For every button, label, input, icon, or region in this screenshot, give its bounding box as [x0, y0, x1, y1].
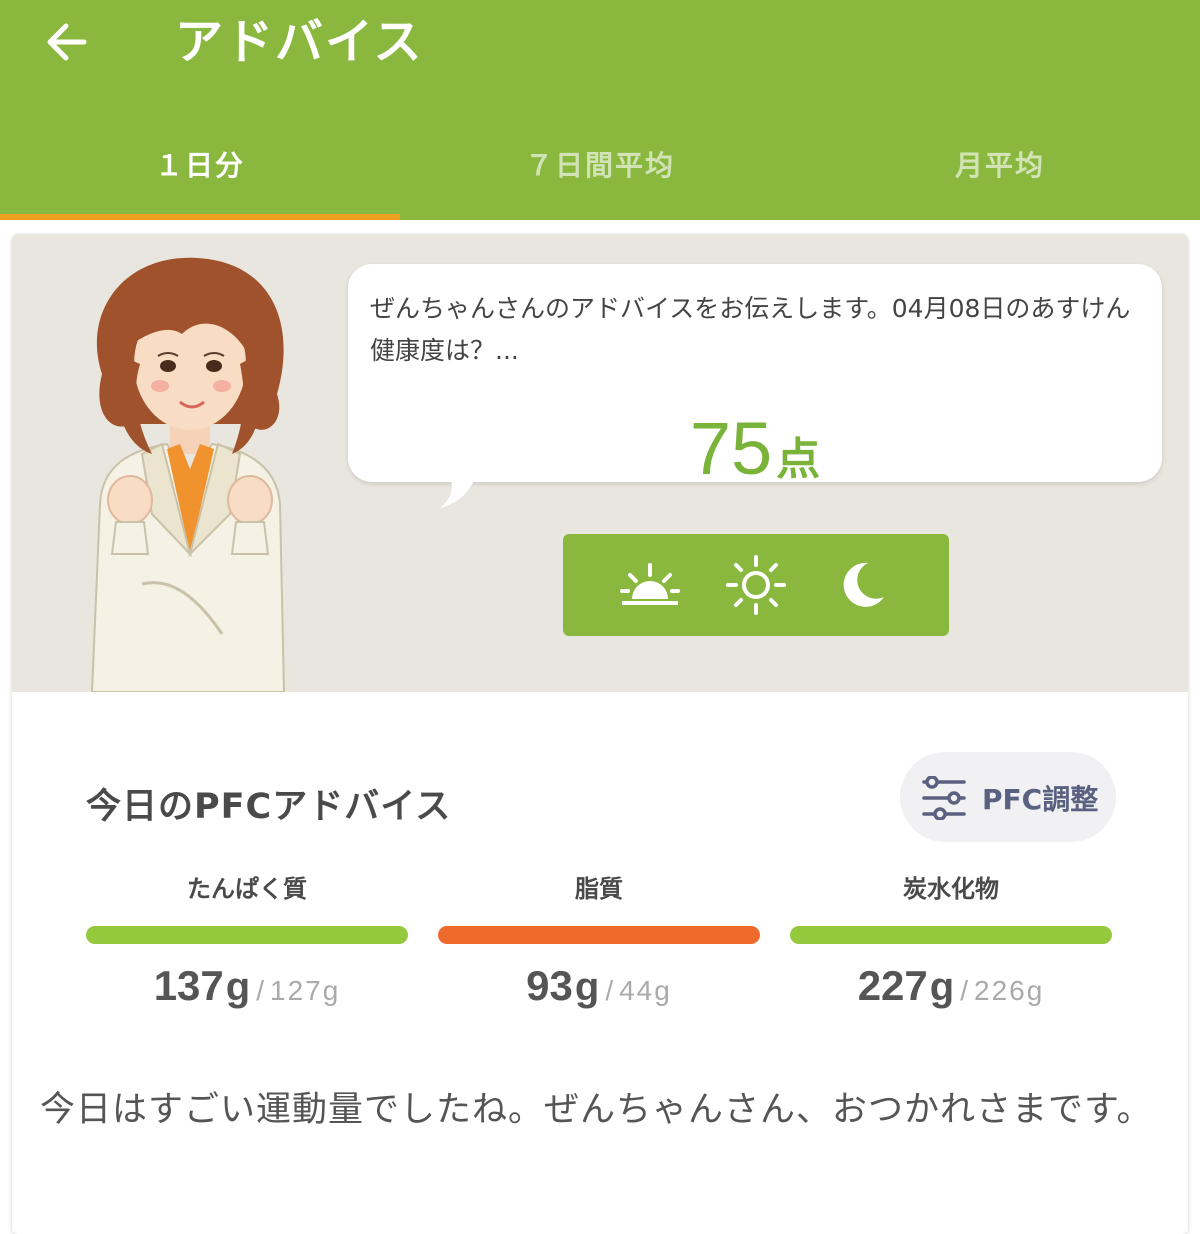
night-button[interactable] — [830, 553, 894, 617]
sun-icon — [726, 555, 786, 615]
pfc-section-title: 今日のPFCアドバイス — [86, 787, 452, 827]
value-separator: / — [256, 975, 264, 1006]
moon-icon — [843, 562, 884, 607]
value-separator: / — [960, 975, 968, 1006]
tab-7day-average[interactable]: ７日間平均 — [400, 112, 800, 220]
nutrient-name: 脂質 — [575, 875, 623, 903]
nutrient-bar — [438, 926, 760, 944]
nutrient-bar — [790, 926, 1112, 944]
nutrient-unit: g — [225, 965, 251, 1009]
time-of-day-selector — [563, 534, 949, 636]
health-score-value: 75 — [689, 407, 773, 490]
nutrient-protein: たんぱく質 137g/127g — [86, 874, 408, 1010]
nutrient-value: 227g/226g — [790, 962, 1112, 1010]
sunrise-icon — [620, 563, 680, 605]
sliders-icon — [922, 776, 966, 820]
advice-card: ぜんちゃんさんのアドバイスをお伝えします。04月08日のあすけん健康度は？...… — [12, 234, 1188, 1234]
page-title: アドバイス — [175, 14, 424, 70]
pfc-adjust-label: PFC調整 — [982, 783, 1099, 816]
morning-button[interactable] — [618, 553, 682, 617]
nutrient-target: 127g — [270, 975, 341, 1006]
bubble-tail — [440, 476, 476, 508]
value-separator: / — [605, 975, 614, 1006]
nutrient-amount: 93 — [526, 962, 573, 1009]
back-button[interactable] — [40, 14, 96, 70]
nutrient-name: 炭水化物 — [903, 875, 999, 903]
advice-intro-text: ぜんちゃんさんのアドバイスをお伝えします。04月08日のあすけん健康度は？... — [370, 294, 1131, 365]
tab-monthly-average[interactable]: 月平均 — [800, 112, 1200, 220]
nutrient-value: 93g/44g — [438, 962, 760, 1010]
nutrient-value: 137g/127g — [86, 962, 408, 1010]
nutrient-bar — [86, 926, 408, 944]
advisor-avatar — [90, 257, 286, 692]
health-score-unit: 点 — [776, 434, 821, 485]
nutrient-target: 44g — [619, 975, 672, 1006]
nutrient-target: 226g — [974, 975, 1045, 1006]
nutrient-amount: 227 — [857, 962, 928, 1009]
nutrient-unit: g — [574, 965, 600, 1009]
nutrient-name: たんぱく質 — [187, 875, 307, 903]
advisor-panel: ぜんちゃんさんのアドバイスをお伝えします。04月08日のあすけん健康度は？...… — [12, 234, 1188, 692]
advice-message: 今日はすごい運動量でしたね。ぜんちゃんさん、おつかれさまです。 — [40, 1090, 1153, 1130]
app-bar: アドバイス １日分 ７日間平均 月平均 — [0, 0, 1200, 220]
noon-button[interactable] — [724, 553, 788, 617]
arrow-left-icon — [47, 23, 87, 61]
pfc-adjust-button[interactable]: PFC調整 — [900, 752, 1116, 842]
tab-daily[interactable]: １日分 — [0, 112, 400, 220]
nutrient-amount: 137 — [153, 962, 224, 1009]
nutrient-fat: 脂質 93g/44g — [438, 874, 760, 1010]
tab-bar: １日分 ７日間平均 月平均 — [0, 112, 1200, 220]
advice-bubble: ぜんちゃんさんのアドバイスをお伝えします。04月08日のあすけん健康度は？...… — [348, 264, 1162, 490]
nutrient-carbohydrate: 炭水化物 227g/226g — [790, 874, 1112, 1010]
nutrient-unit: g — [929, 965, 955, 1009]
